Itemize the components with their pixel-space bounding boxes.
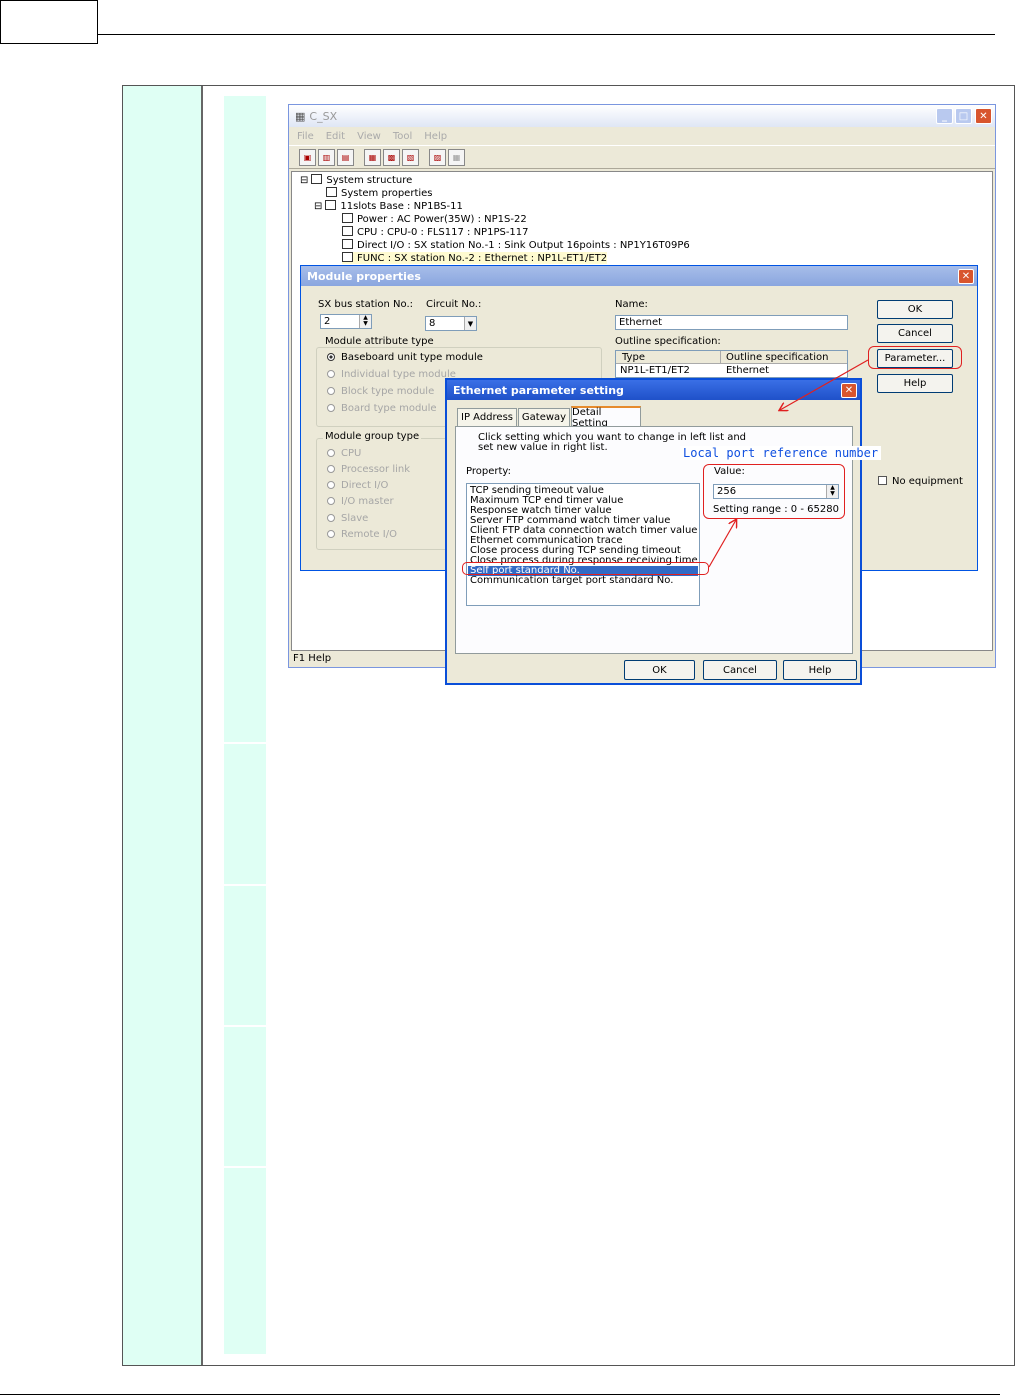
ok-button[interactable]: OK: [624, 660, 695, 680]
cpu-icon: [342, 226, 353, 236]
parameter-highlight: [868, 346, 962, 369]
step-separator: [224, 1166, 266, 1168]
menu-file[interactable]: File: [297, 131, 314, 142]
header-rule: [98, 34, 995, 35]
name-label: Name:: [615, 299, 648, 310]
group-option-slave[interactable]: Slave: [327, 513, 368, 524]
main-titlebar: ▦ C_SX: [289, 105, 995, 127]
power-icon: [342, 213, 353, 223]
document-icon: [326, 187, 337, 197]
tab-ip-address[interactable]: IP Address: [457, 408, 517, 426]
menu-view[interactable]: View: [357, 131, 381, 142]
group-option-direct-io[interactable]: Direct I/O: [327, 480, 388, 491]
toolbar-icon[interactable]: ▣: [299, 148, 316, 166]
tree-item[interactable]: FUNC : SX station No.-2 : Ethernet : NP1…: [342, 252, 608, 264]
group-option-cpu[interactable]: CPU: [327, 448, 361, 459]
toolbar-icon[interactable]: ▨: [429, 148, 446, 166]
list-item[interactable]: Communication target port standard No.: [470, 576, 673, 586]
base-icon: [325, 200, 337, 210]
tree-item[interactable]: ⊟ System structure: [300, 174, 412, 186]
attr-option-baseboard[interactable]: Baseboard unit type module: [327, 352, 483, 363]
tree-item[interactable]: Direct I/O : SX station No.-1 : Sink Out…: [342, 239, 690, 251]
step-separator: [224, 1025, 266, 1027]
list-item[interactable]: Close process during TCP sending timeout: [470, 546, 681, 556]
close-icon[interactable]: ✕: [841, 383, 857, 398]
outline-label: Outline specification:: [615, 336, 721, 347]
callout-local-port: Local port reference number: [680, 446, 882, 460]
cancel-button[interactable]: Cancel: [877, 324, 953, 343]
attr-option-individual[interactable]: Individual type module: [327, 369, 456, 380]
toolbar-icon[interactable]: ▤: [337, 148, 354, 166]
circuit-select[interactable]: 8 ▼: [425, 316, 477, 331]
outline-cell-type: NP1L-ET1/ET2: [620, 365, 690, 376]
menu-edit[interactable]: Edit: [326, 131, 345, 142]
func-icon: [342, 252, 353, 262]
step-separator: [224, 742, 266, 744]
close-icon[interactable]: ✕: [958, 269, 974, 284]
outline-table: Type Outline specification NP1L-ET1/ET2 …: [615, 350, 848, 378]
tab-gateway[interactable]: Gateway: [518, 408, 570, 426]
outline-header-spec: Outline specification: [726, 352, 829, 363]
toolbar-icon[interactable]: ▥: [318, 148, 335, 166]
module-group-label: Module group type: [323, 431, 422, 442]
name-field[interactable]: Ethernet: [615, 315, 848, 330]
close-icon[interactable]: ✕: [975, 108, 992, 124]
group-option-remote-io[interactable]: Remote I/O: [327, 529, 397, 540]
toolbar: ▣ ▥ ▤ ▦ ▩ ▧ ▨ ▦: [289, 145, 995, 169]
tab-detail-setting[interactable]: Detail Setting: [571, 406, 641, 429]
group-option-io-master[interactable]: I/O master: [327, 496, 394, 507]
io-icon: [342, 239, 353, 249]
module-properties-title: Module properties: [301, 266, 977, 286]
step-separator: [224, 884, 266, 886]
main-window-title: C_SX: [309, 109, 338, 123]
minimize-icon[interactable]: _: [936, 108, 953, 124]
property-label: Property:: [466, 466, 511, 477]
outline-cell-spec: Ethernet: [726, 365, 770, 376]
tree-item[interactable]: CPU : CPU-0 : FLS117 : NP1PS-117: [342, 226, 529, 238]
footer-rule: [0, 1394, 1000, 1395]
tree-item[interactable]: ⊟ 11slots Base : NP1BS-11: [314, 200, 463, 212]
toolbar-icon[interactable]: ▦: [448, 148, 465, 166]
tab-strip: IP Address Gateway Detail Setting: [455, 406, 855, 429]
tree-item[interactable]: System properties: [326, 187, 433, 199]
tree-item[interactable]: Power : AC Power(35W) : NP1S-22: [342, 213, 527, 225]
no-equipment-checkbox[interactable]: No equipment: [878, 476, 963, 487]
value-highlight: [703, 464, 845, 519]
attr-option-block[interactable]: Block type module: [327, 386, 434, 397]
sx-bus-label: SX bus station No.:: [318, 299, 414, 310]
cancel-button[interactable]: Cancel: [703, 660, 777, 680]
ok-button[interactable]: OK: [877, 300, 953, 319]
help-button[interactable]: Help: [877, 374, 953, 393]
group-option-processor-link[interactable]: Processor link: [327, 464, 410, 475]
attr-option-board[interactable]: Board type module: [327, 403, 437, 414]
instruction-line-2: set new value in right list.: [478, 442, 608, 453]
ethernet-parameter-dialog: Ethernet parameter setting ✕ IP Address …: [445, 378, 862, 685]
sx-bus-stepper[interactable]: 2 ▲ ▼: [320, 314, 372, 329]
ethernet-dialog-title: Ethernet parameter setting: [447, 380, 860, 400]
outline-header-type: Type: [622, 352, 645, 363]
circuit-label: Circuit No.:: [426, 299, 482, 310]
maximize-icon[interactable]: □: [955, 108, 972, 124]
menu-help[interactable]: Help: [424, 131, 447, 142]
module-attribute-label: Module attribute type: [323, 336, 436, 347]
system-icon: [311, 174, 323, 184]
menu-tool[interactable]: Tool: [393, 131, 412, 142]
menu-bar: File Edit View Tool Help: [289, 127, 995, 145]
property-list[interactable]: TCP sending timeout value Maximum TCP en…: [466, 483, 700, 606]
selected-item-highlight: [462, 562, 709, 575]
help-button[interactable]: Help: [783, 660, 857, 680]
app-icon: ▦: [295, 109, 306, 123]
page-header-tab: [0, 0, 98, 44]
toolbar-icon[interactable]: ▩: [383, 148, 400, 166]
toolbar-icon[interactable]: ▧: [402, 148, 419, 166]
toolbar-icon[interactable]: ▦: [364, 148, 381, 166]
table-left-column: [123, 86, 203, 1365]
